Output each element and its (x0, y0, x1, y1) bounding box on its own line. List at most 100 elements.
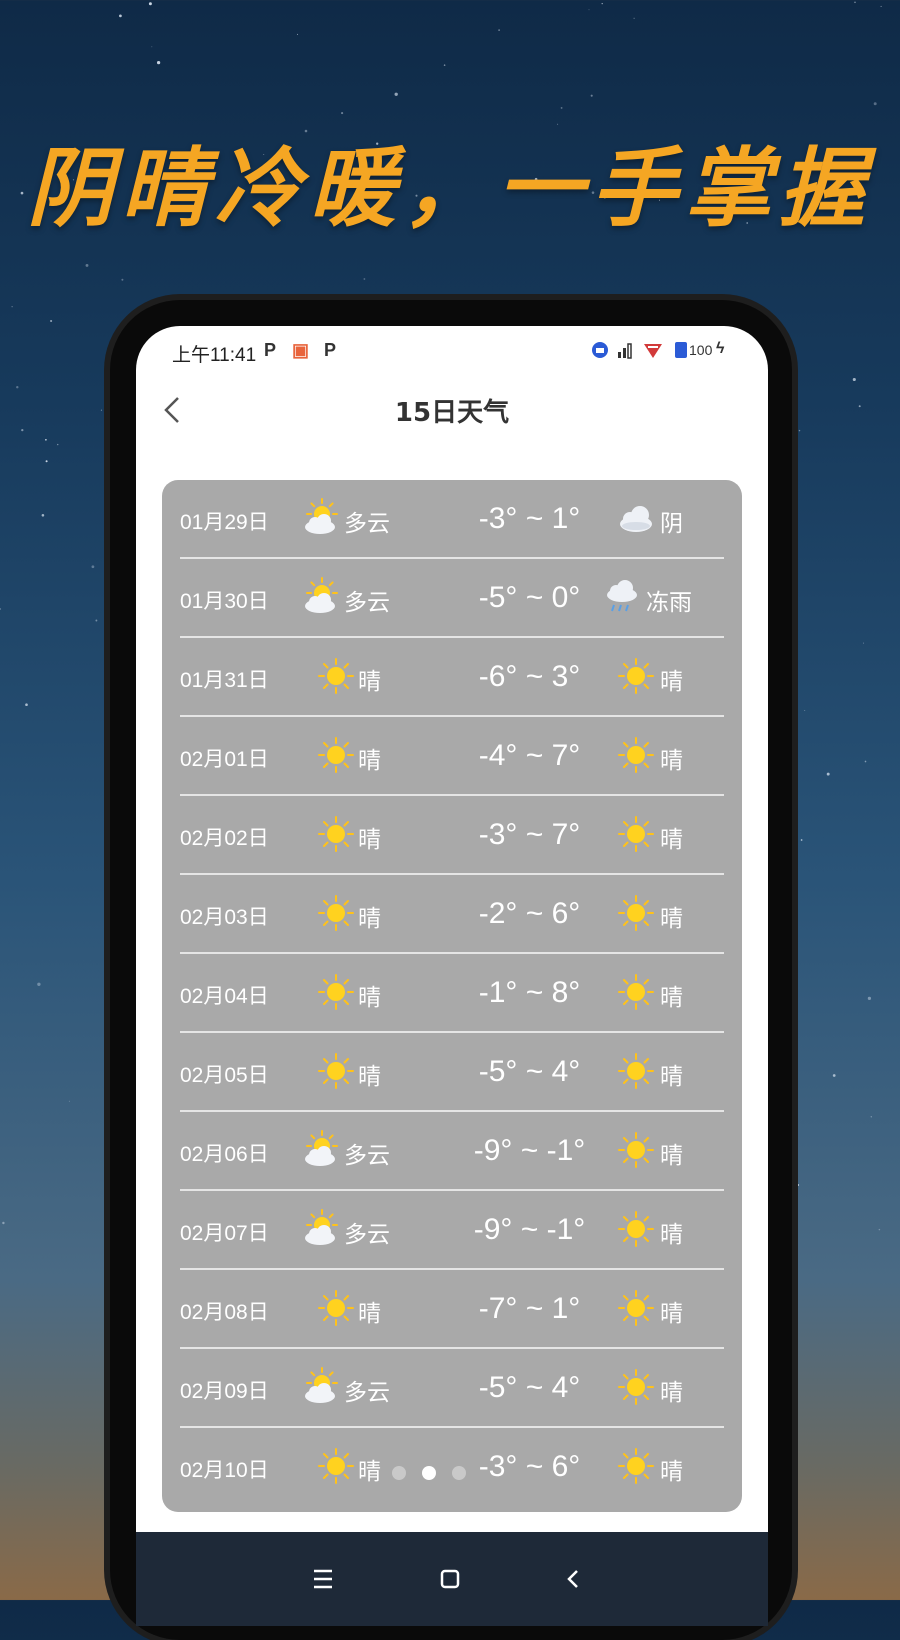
star (852, 377, 856, 382)
sunny-icon (618, 1211, 654, 1247)
temperature-range: -3° ~ 1° (478, 502, 581, 535)
temperature-range: -7° ~ 1° (478, 1292, 581, 1325)
sunny-icon (318, 816, 354, 852)
page-indicator-dot[interactable] (422, 1466, 436, 1480)
sunny-icon (618, 658, 654, 694)
day-weather-label: 晴 (358, 1459, 381, 1485)
star (804, 709, 806, 712)
forecast-row[interactable]: 02月06日 多云 -9° ~ -1° 晴 (162, 1112, 742, 1191)
battery-level: 100 (689, 342, 713, 358)
forecast-date: 02月07日 (180, 1222, 269, 1245)
headline-slogan: 阴晴冷暖，一手掌握 (27, 138, 873, 239)
page-indicator (392, 1466, 512, 1486)
sunny-icon (318, 737, 354, 773)
forecast-row[interactable]: 02月02日 晴 -3° ~ 7° 晴 (162, 796, 742, 875)
status-time: 上午11:41 (172, 345, 257, 366)
star (11, 306, 13, 308)
star (100, 409, 102, 411)
star (106, 387, 109, 390)
night-weather-label: 晴 (660, 1064, 683, 1090)
star (363, 278, 366, 280)
back-icon[interactable] (554, 1562, 594, 1596)
forecast-row[interactable]: 01月29日 多云 -3° ~ 1° 阴 (162, 480, 742, 559)
night-weather-label: 晴 (660, 1380, 683, 1406)
forecast-list[interactable]: 01月29日 多云 -3° ~ 1° 阴 01月30日 多云 -5° ~ 0° … (162, 480, 742, 1512)
forecast-row[interactable]: 02月07日 多云 -9° ~ -1° 晴 (162, 1191, 742, 1270)
forecast-row[interactable]: 02月09日 多云 -5° ~ 4° 晴 (162, 1349, 742, 1428)
sunny-icon (318, 658, 354, 694)
menu-icon[interactable] (304, 1562, 344, 1596)
temperature-range: -1° ~ 8° (478, 976, 581, 1009)
partly-cloudy-icon (305, 1130, 338, 1166)
page-indicator-dot[interactable] (392, 1466, 406, 1480)
star (297, 33, 298, 35)
star (864, 760, 867, 763)
star (156, 60, 161, 65)
forecast-date: 02月05日 (180, 1064, 269, 1087)
star (798, 429, 801, 432)
temperature-range: -3° ~ 7° (478, 818, 581, 851)
parking-app-icon: P (264, 340, 277, 360)
star (601, 2, 603, 5)
page-indicator-dot[interactable] (452, 1466, 466, 1480)
sunny-icon (618, 816, 654, 852)
star (590, 94, 593, 97)
sunny-icon (618, 737, 654, 773)
night-weather-label: 晴 (660, 827, 683, 853)
day-weather-label: 多云 (344, 1143, 390, 1169)
night-weather-label: 晴 (660, 1143, 683, 1169)
wifi-icon (644, 344, 662, 358)
star (341, 112, 344, 115)
day-weather-label: 晴 (358, 985, 381, 1011)
star (826, 772, 830, 776)
sunny-icon (618, 1053, 654, 1089)
day-weather-label: 晴 (358, 827, 381, 853)
star (45, 460, 48, 463)
night-weather-label: 晴 (660, 985, 683, 1011)
star (236, 294, 240, 298)
star (863, 642, 864, 644)
home-icon[interactable] (430, 1562, 470, 1596)
system-nav-bar (136, 1532, 768, 1626)
forecast-row[interactable]: 02月08日 晴 -7° ~ 1° 晴 (162, 1270, 742, 1349)
star (25, 703, 28, 707)
vpn-icon (592, 342, 608, 358)
star (633, 17, 635, 19)
star (16, 386, 19, 389)
star (858, 405, 861, 408)
star (119, 14, 122, 18)
battery-icon (675, 342, 687, 358)
star (873, 102, 877, 106)
sunny-icon (618, 1448, 654, 1484)
sunny-icon (318, 974, 354, 1010)
forecast-row[interactable]: 02月03日 晴 -2° ~ 6° 晴 (162, 875, 742, 954)
day-weather-label: 晴 (358, 1064, 381, 1090)
forecast-row[interactable]: 02月01日 晴 -4° ~ 7° 晴 (162, 717, 742, 796)
forecast-row[interactable]: 01月31日 晴 -6° ~ 3° 晴 (162, 638, 742, 717)
star (832, 1074, 836, 1077)
star (21, 428, 24, 432)
sunny-icon (318, 895, 354, 931)
star (50, 319, 53, 323)
star (68, 1100, 70, 1102)
partly-cloudy-icon (305, 577, 338, 613)
star (106, 1054, 109, 1058)
star (560, 106, 563, 109)
forecast-row[interactable]: 01月30日 多云 -5° ~ 0° 冻雨 (162, 559, 742, 638)
temperature-range: -6° ~ 3° (478, 660, 581, 693)
temperature-range: -4° ~ 7° (478, 739, 581, 772)
forecast-row[interactable]: 02月04日 晴 -1° ~ 8° 晴 (162, 954, 742, 1033)
star (151, 46, 153, 48)
forecast-row[interactable]: 02月05日 晴 -5° ~ 4° 晴 (162, 1033, 742, 1112)
night-weather-label: 晴 (660, 748, 683, 774)
forecast-date: 02月08日 (180, 1301, 269, 1324)
day-weather-label: 晴 (358, 906, 381, 932)
star (41, 514, 45, 517)
star (797, 1184, 800, 1186)
night-weather-label: 阴 (660, 511, 683, 537)
night-weather-label: 晴 (660, 1222, 683, 1248)
status-bar: 上午11:41 P ▣ P 100 ϟ (136, 326, 768, 372)
star (854, 1, 856, 4)
partly-cloudy-icon (305, 498, 338, 534)
charging-icon: ϟ (716, 340, 725, 357)
